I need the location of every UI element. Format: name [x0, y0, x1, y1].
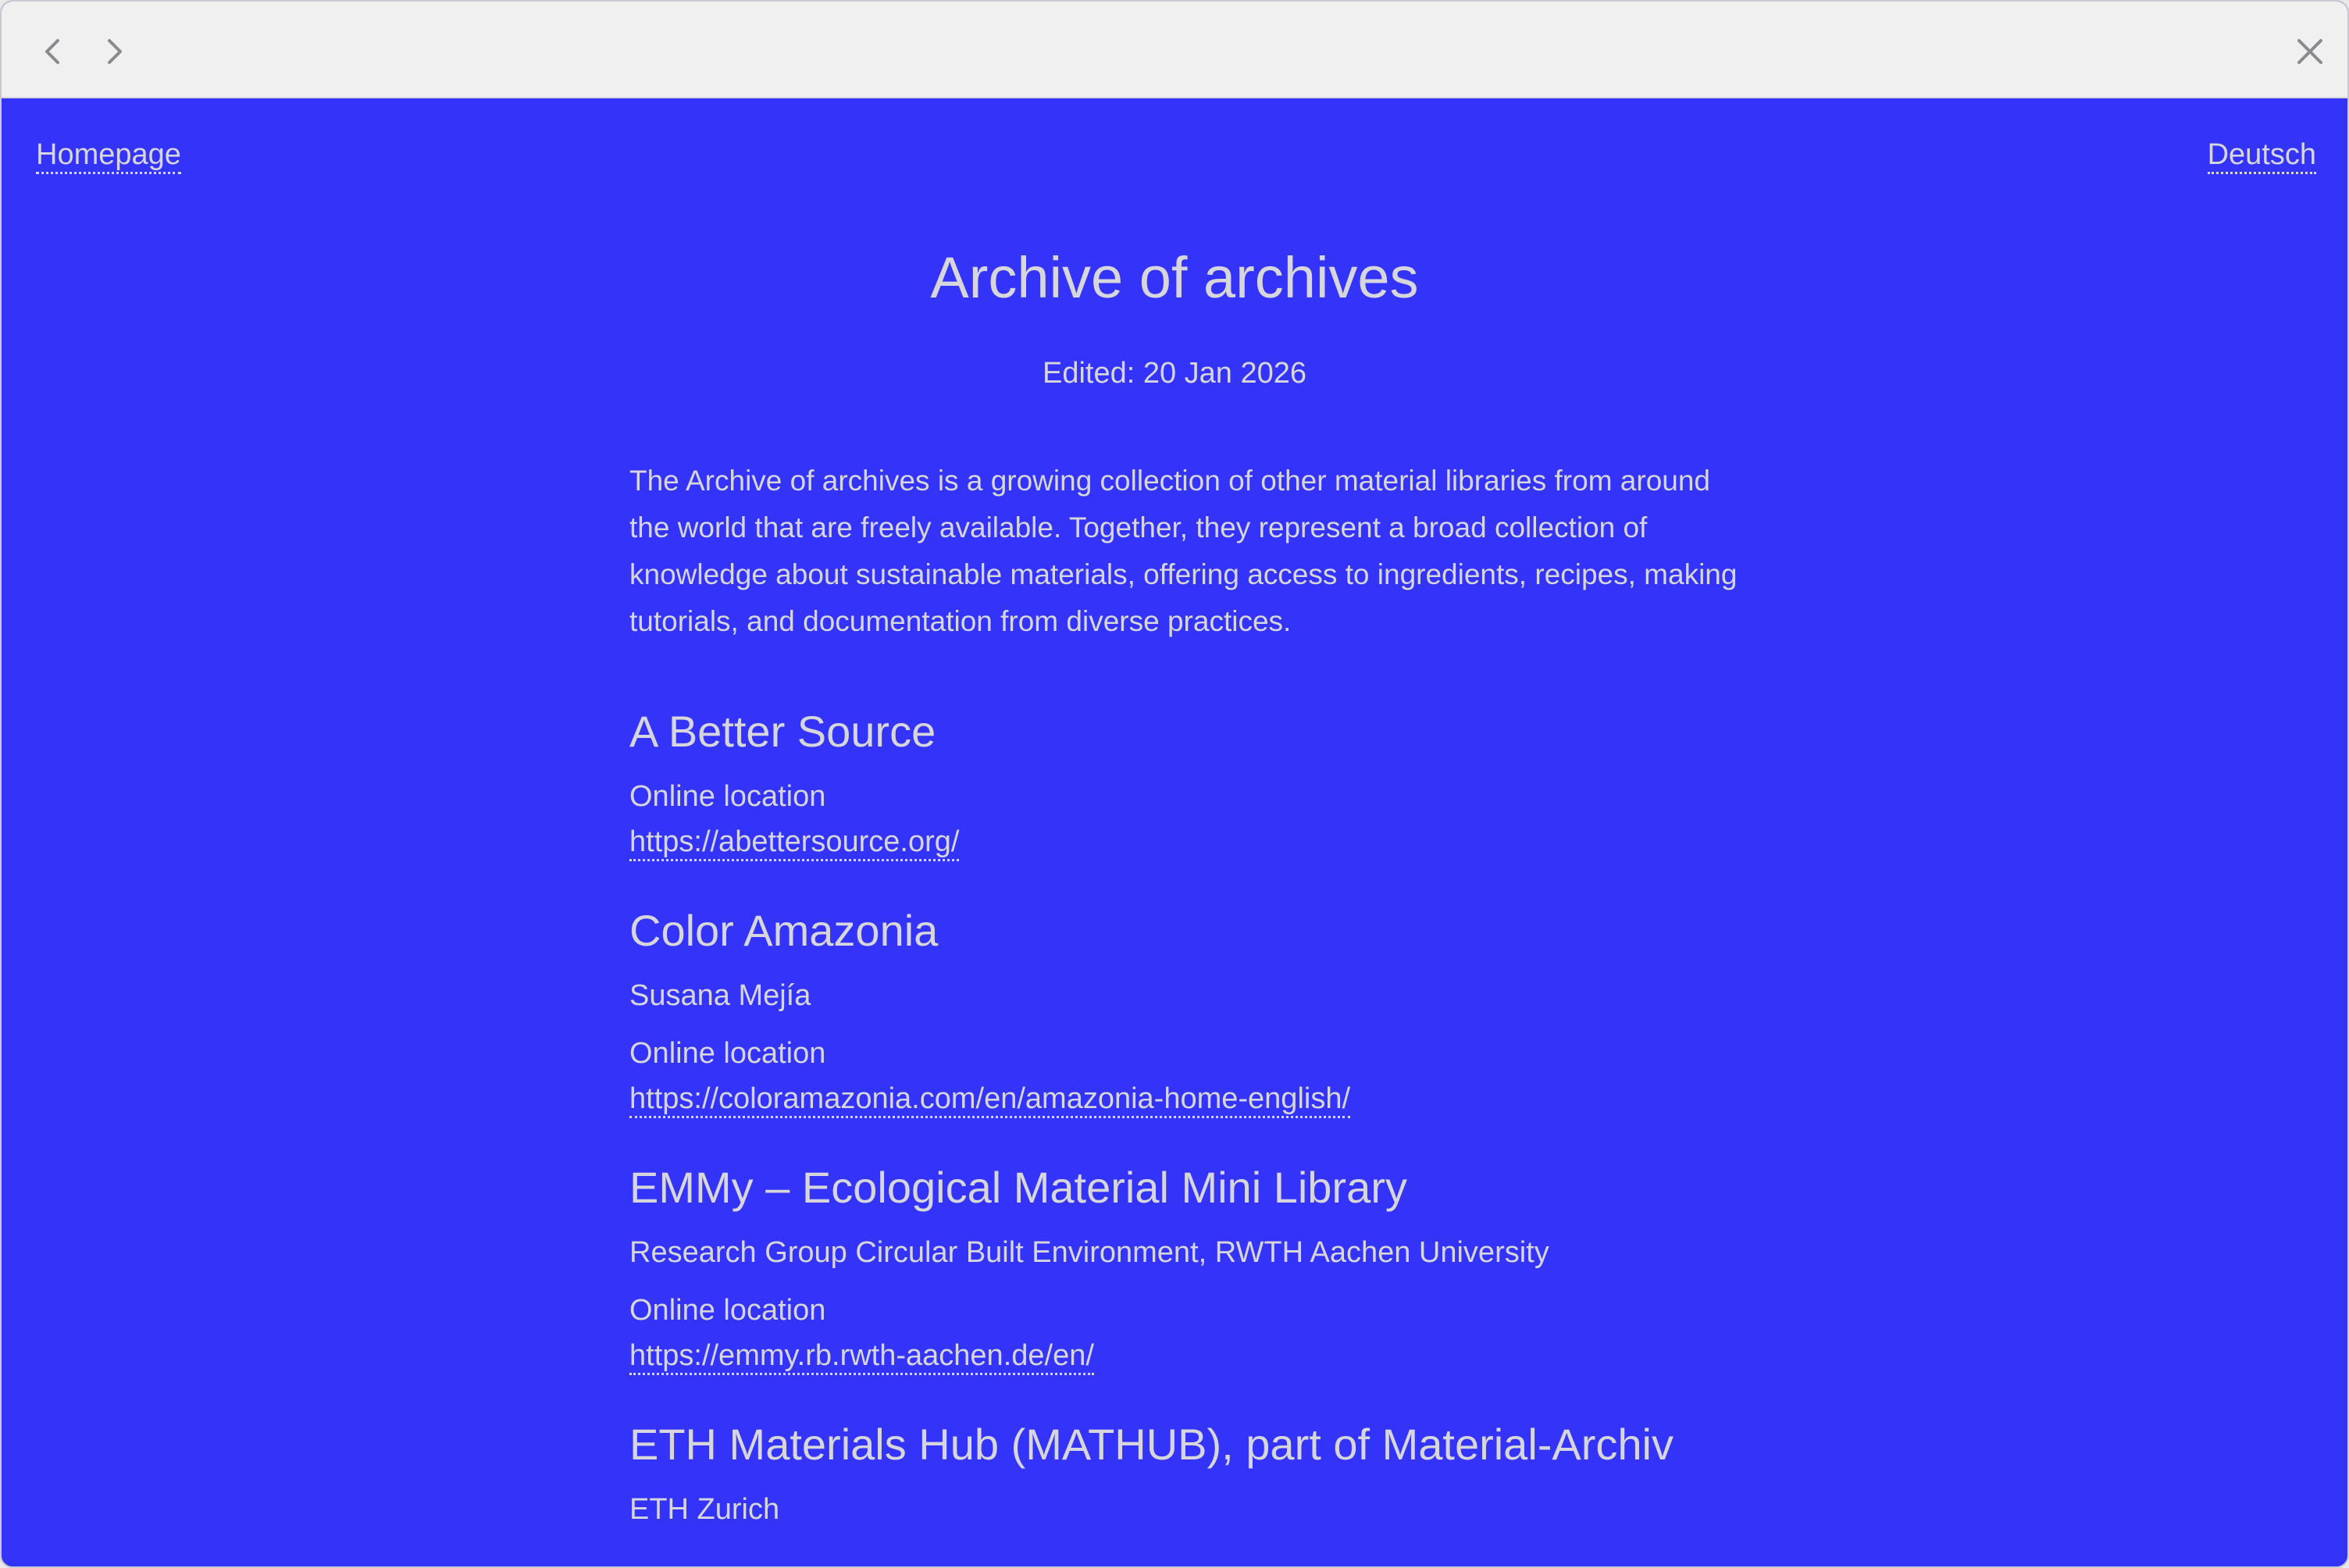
intro-paragraph: The Archive of archives is a growing col… [629, 465, 1738, 637]
chevron-left-icon [45, 39, 59, 64]
close-button[interactable] [2287, 28, 2333, 75]
entry-author: Susana Mejía [629, 979, 811, 1012]
edited-date: Edited: 20 Jan 2026 [1042, 357, 1307, 390]
location-label: Online location [629, 1294, 826, 1327]
entry-title: EMMy – Ecological Material Mini Library [629, 1163, 1407, 1212]
entry-author: Research Group Circular Built Environmen… [629, 1236, 1549, 1269]
chevron-right-icon [108, 39, 122, 64]
entry-title: A Better Source [629, 707, 936, 756]
entry-author: ETH Zurich [629, 1493, 780, 1526]
entry-url-link[interactable]: https://emmy.rb.rwth-aachen.de/en/ [629, 1338, 1094, 1375]
forward-button[interactable] [91, 28, 137, 75]
close-icon [2297, 39, 2322, 64]
back-button[interactable] [30, 28, 77, 75]
entry-url-link[interactable]: https://coloramazonia.com/en/amazonia-ho… [629, 1082, 1351, 1118]
location-label: Online location [629, 780, 826, 813]
archive-entry: Color Amazonia Susana Mejía Online locat… [629, 905, 1738, 1118]
location-label: Online location [629, 1037, 826, 1070]
main-column: The Archive of archives is a growing col… [629, 458, 1738, 1528]
archive-entry: A Better Source Online location https://… [629, 706, 1738, 861]
window-titlebar [2, 2, 2347, 98]
archive-entry: ETH Materials Hub (MATHUB), part of Mate… [629, 1419, 1738, 1528]
entry-url-link[interactable]: https://abettersource.org/ [629, 825, 960, 861]
language-switch-link[interactable]: Deutsch [2207, 137, 2316, 174]
page-content: Homepage Deutsch Archive of archives Edi… [2, 98, 2347, 1566]
page-title: Archive of archives [930, 245, 1419, 310]
browser-window: Homepage Deutsch Archive of archives Edi… [0, 0, 2349, 1568]
entry-title: ETH Materials Hub (MATHUB), part of Mate… [629, 1420, 1674, 1469]
entry-title: Color Amazonia [629, 906, 939, 955]
homepage-link[interactable]: Homepage [36, 137, 181, 174]
archive-entry: EMMy – Ecological Material Mini Library … [629, 1162, 1738, 1375]
